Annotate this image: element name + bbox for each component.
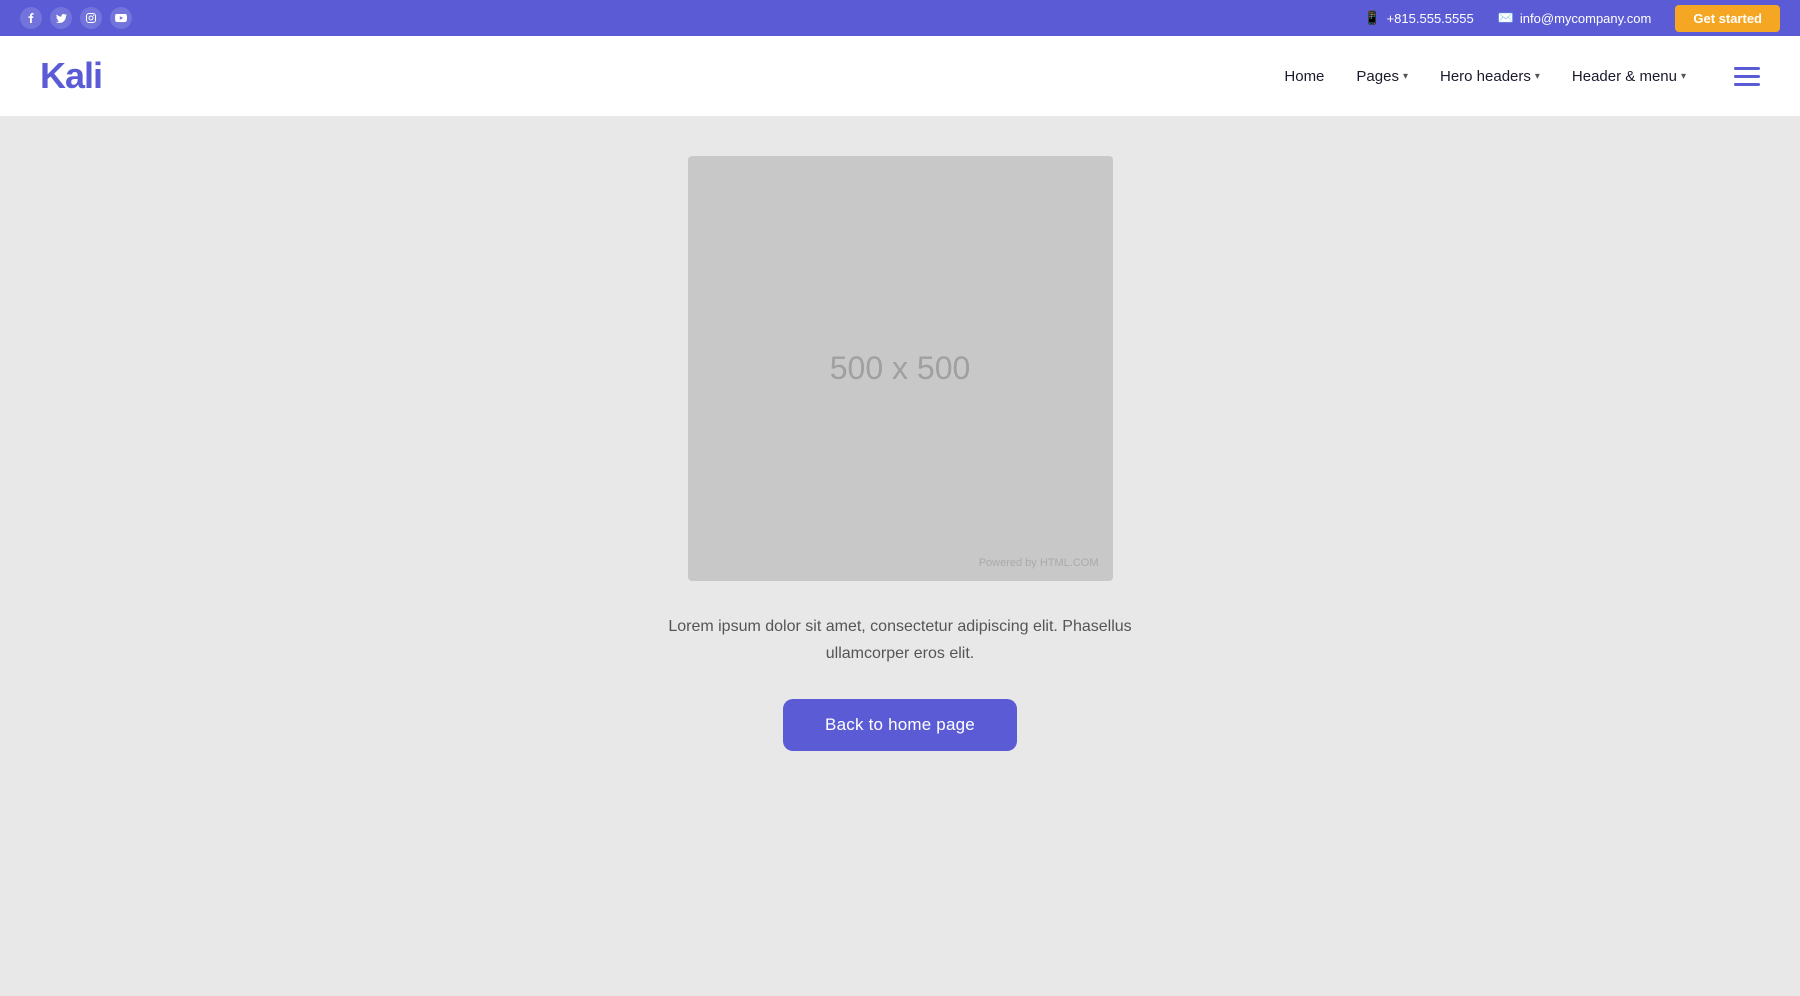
hamburger-line-3 [1734, 83, 1760, 86]
social-icons [20, 7, 132, 29]
header: Kali Home Pages ▾ Hero headers ▾ Header … [0, 36, 1800, 116]
placeholder-image: 500 x 500 Powered by HTML.COM [688, 156, 1113, 581]
back-to-home-button[interactable]: Back to home page [783, 699, 1017, 751]
phone-number: +815.555.5555 [1387, 11, 1474, 26]
phone-icon: 📱 [1364, 10, 1380, 26]
chevron-down-icon: ▾ [1403, 71, 1408, 82]
nav-item-hero-headers[interactable]: Hero headers ▾ [1440, 68, 1540, 85]
nav-home-label: Home [1284, 68, 1324, 85]
facebook-icon[interactable] [20, 7, 42, 29]
nav-hero-label: Hero headers [1440, 68, 1531, 85]
chevron-down-icon: ▾ [1535, 71, 1540, 82]
main-content: 500 x 500 Powered by HTML.COM Lorem ipsu… [0, 116, 1800, 996]
top-bar-right: 📱 +815.555.5555 ✉️ info@mycompany.com Ge… [1364, 5, 1780, 32]
instagram-icon[interactable] [80, 7, 102, 29]
phone-contact: 📱 +815.555.5555 [1364, 10, 1473, 26]
placeholder-dimensions: 500 x 500 [830, 350, 971, 387]
nav-pages-label: Pages [1356, 68, 1399, 85]
email-icon: ✉️ [1498, 10, 1514, 26]
top-bar: 📱 +815.555.5555 ✉️ info@mycompany.com Ge… [0, 0, 1800, 36]
nav-item-pages[interactable]: Pages ▾ [1356, 68, 1408, 85]
nav-item-header-menu[interactable]: Header & menu ▾ [1572, 68, 1686, 85]
powered-by-text: Powered by HTML.COM [979, 557, 1099, 569]
main-nav: Home Pages ▾ Hero headers ▾ Header & men… [1284, 67, 1760, 86]
get-started-button[interactable]: Get started [1675, 5, 1780, 32]
email-address: info@mycompany.com [1520, 11, 1651, 26]
body-description: Lorem ipsum dolor sit amet, consectetur … [630, 613, 1170, 667]
nav-header-menu-label: Header & menu [1572, 68, 1677, 85]
hamburger-line-2 [1734, 75, 1760, 78]
logo[interactable]: Kali [40, 55, 102, 97]
nav-item-home[interactable]: Home [1284, 68, 1324, 85]
hamburger-menu[interactable] [1734, 67, 1760, 86]
hamburger-line-1 [1734, 67, 1760, 70]
twitter-icon[interactable] [50, 7, 72, 29]
youtube-icon[interactable] [110, 7, 132, 29]
chevron-down-icon: ▾ [1681, 71, 1686, 82]
email-contact: ✉️ info@mycompany.com [1498, 10, 1652, 26]
